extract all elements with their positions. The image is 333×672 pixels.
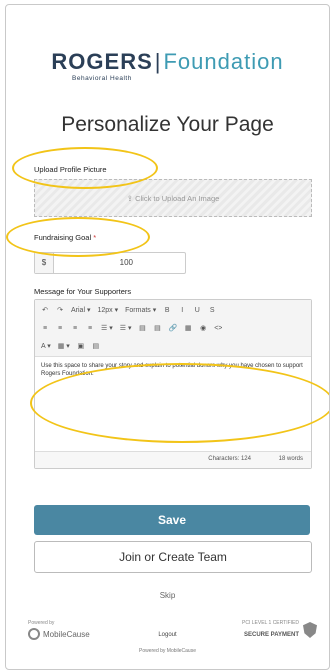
powered-small: Powered by [28,620,55,626]
brand-separator: | [154,49,162,74]
toolbar-btn-r1-4[interactable]: Formats ▾ [125,306,156,314]
brand-name: ROGERS [51,49,153,74]
toolbar-btn-r3-3[interactable]: ▤ [92,342,100,350]
toolbar-btn-r2-0[interactable]: ≡ [41,325,49,332]
toolbar-row-2: ≡ ≡ ≡ ≡ ☰ ▾ ☰ ▾ ▤ ▤ 🔗 ▦ ◉ <> [41,321,222,335]
highlight-circle-message [30,363,329,443]
toolbar-btn-r2-9[interactable]: ▦ [184,324,192,332]
toolbar-btn-r3-0[interactable]: A ▾ [41,342,51,350]
save-button[interactable]: Save [34,505,310,535]
toolbar-btn-r1-8[interactable]: S [208,307,216,314]
toolbar-btn-r1-0[interactable]: ↶ [41,306,49,314]
toolbar-btn-r1-2[interactable]: Arial ▾ [71,306,90,314]
upload-placeholder: Click to Upload An Image [135,193,220,203]
toolbar-btn-r3-1[interactable]: ▦ ▾ [58,342,70,350]
secure-payment: SECURE PAYMENT [243,632,299,638]
toolbar-btn-r2-3[interactable]: ≡ [86,325,94,332]
phone-frame: ROGERS|Foundation Behavioral Health Pers… [5,4,330,670]
toolbar-btn-r1-6[interactable]: I [178,307,186,314]
highlight-circle-upload [12,147,158,189]
toolbar-btn-r1-5[interactable]: B [163,307,171,314]
goal-value[interactable]: 100 [120,253,133,273]
highlight-circle-goal [6,217,150,257]
editor-toolbar: ↶ ↷ Arial ▾ 12px ▾ Formats ▾ B I U S ≡ ≡ ≡ ≡ ☰ ▾ ☰ ▾ ▤… [35,300,311,357]
toolbar-btn-r2-1[interactable]: ≡ [56,325,64,332]
toolbar-btn-r2-11[interactable]: <> [214,325,222,332]
toolbar-btn-r2-7[interactable]: ▤ [153,324,161,332]
powered-by: Powered by MobileCause [139,648,196,654]
toolbar-btn-r3-2[interactable]: ▣ [77,342,85,350]
toolbar-btn-r2-2[interactable]: ≡ [71,325,79,332]
toolbar-btn-r2-8[interactable]: 🔗 [168,324,177,332]
footer: Powered by MobileCause Logout Powered by… [6,620,329,660]
toolbar-btn-r1-7[interactable]: U [193,307,201,314]
toolbar-btn-r2-5[interactable]: ☰ ▾ [120,324,132,332]
toolbar-btn-r1-3[interactable]: 12px ▾ [97,306,118,314]
brand-logo: ROGERS|Foundation Behavioral Health [6,49,329,82]
toolbar-row-3: A ▾ ▦ ▾ ▣ ▤ [41,339,100,353]
currency-symbol: $ [35,253,54,273]
page-title: Personalize Your Page [61,113,274,136]
skip-link[interactable]: Skip [6,591,329,600]
toolbar-row-1: ↶ ↷ Arial ▾ 12px ▾ Formats ▾ B I U S [41,303,216,317]
toolbar-btn-r2-10[interactable]: ◉ [199,324,207,332]
pci-certified: PCI LEVEL 1 CERTIFIED [242,620,299,626]
join-create-team-button[interactable]: Join or Create Team [34,541,312,573]
editor-statusbar: Characters: 124 18 words [35,451,311,468]
toolbar-btn-r1-1[interactable]: ↷ [56,306,64,314]
brand-suffix: Foundation [163,49,284,74]
word-count: 18 words [278,456,303,462]
upload-icon: ⇪ [126,193,136,203]
message-label: Message for Your Supporters [34,287,132,296]
brand-subtitle: Behavioral Health [72,75,132,82]
character-count: Characters: 124 [208,456,251,462]
toolbar-btn-r2-6[interactable]: ▤ [138,324,146,332]
toolbar-btn-r2-4[interactable]: ☰ ▾ [101,324,113,332]
